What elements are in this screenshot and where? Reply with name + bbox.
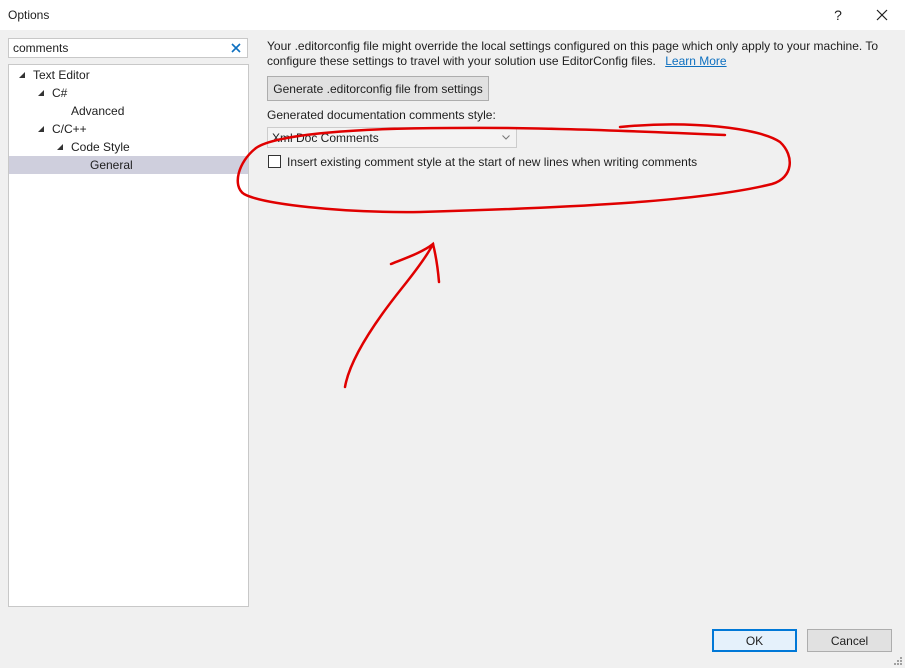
tree-item-label: General: [90, 158, 133, 172]
doc-comments-style-value: Xml Doc Comments: [272, 131, 379, 145]
expanded-triangle-icon[interactable]: [56, 143, 64, 151]
generate-editorconfig-button[interactable]: Generate .editorconfig file from setting…: [267, 76, 489, 101]
expanded-triangle-icon[interactable]: [37, 89, 45, 97]
doc-comments-style-select[interactable]: Xml Doc Comments: [267, 127, 517, 148]
insert-comment-style-label[interactable]: Insert existing comment style at the sta…: [287, 155, 697, 169]
title-bar: Options ?: [0, 0, 905, 30]
help-button[interactable]: ?: [826, 5, 850, 25]
tree-item-csharp[interactable]: C#: [9, 84, 248, 102]
clear-icon[interactable]: [229, 41, 243, 55]
expanded-triangle-icon[interactable]: [18, 71, 26, 79]
tree-item-cpp[interactable]: C/C++: [9, 120, 248, 138]
tree-item-label: C/C++: [52, 122, 87, 136]
annotation-arrow: [343, 242, 435, 389]
options-tree: Text Editor C# Advanced C/C++ Code Style…: [8, 64, 249, 607]
tree-item-code-style[interactable]: Code Style: [9, 138, 248, 156]
ok-button[interactable]: OK: [712, 629, 797, 652]
tree-item-label: Code Style: [71, 140, 130, 154]
resize-grip-icon[interactable]: [893, 656, 903, 666]
tree-item-general[interactable]: General: [9, 156, 248, 174]
insert-comment-style-checkbox[interactable]: [268, 155, 281, 168]
editorconfig-info: Your .editorconfig file might override t…: [267, 39, 892, 69]
tree-item-label: C#: [52, 86, 68, 100]
expanded-triangle-icon[interactable]: [37, 125, 45, 133]
annotation-arrowhead: [389, 241, 441, 284]
tree-item-label: Advanced: [71, 104, 125, 118]
search-box: [8, 38, 248, 58]
tree-item-text-editor[interactable]: Text Editor: [9, 66, 248, 84]
close-button[interactable]: [868, 5, 896, 25]
cancel-button[interactable]: Cancel: [807, 629, 892, 652]
tree-item-advanced[interactable]: Advanced: [9, 102, 248, 120]
editorconfig-info-text: Your .editorconfig file might override t…: [267, 39, 879, 68]
doc-comments-style-label: Generated documentation comments style:: [267, 108, 496, 122]
close-icon: [876, 9, 888, 21]
tree-item-label: Text Editor: [33, 68, 90, 82]
window-title: Options: [8, 8, 50, 22]
learn-more-link[interactable]: Learn More: [665, 54, 726, 68]
search-input[interactable]: [13, 40, 225, 56]
chevron-down-icon: [502, 135, 510, 140]
